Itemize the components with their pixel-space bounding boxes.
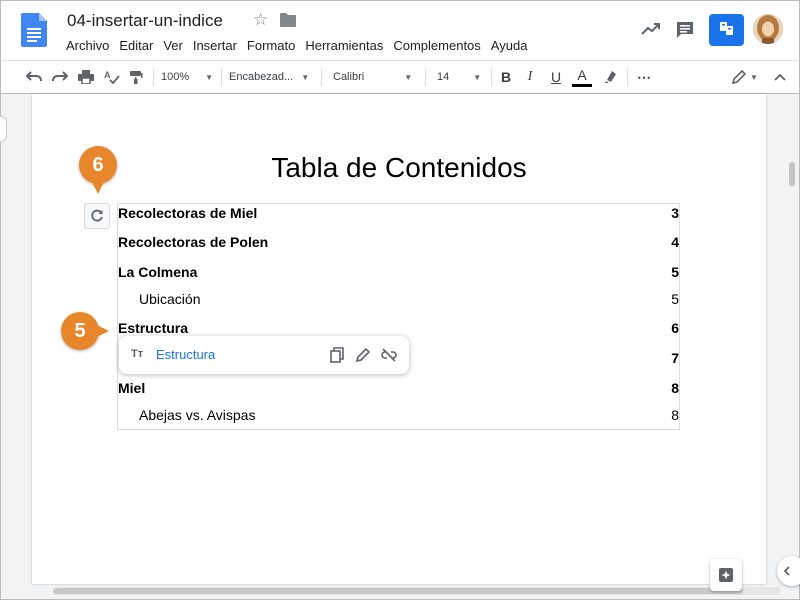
explore-button[interactable] [710,559,742,591]
document-canvas: Tabla de Contenidos Recolectoras de Miel… [0,94,800,600]
toc-entry[interactable]: Abejas vs. Avispas [139,407,255,423]
refresh-icon [91,209,103,222]
menu-formato[interactable]: Formato [242,38,300,53]
user-avatar[interactable] [753,14,783,44]
vertical-scroll-thumb[interactable] [789,162,795,186]
text-color-swatch [572,83,592,87]
refresh-toc-button[interactable] [84,203,110,229]
chevron-down-icon: ▼ [404,72,413,82]
pencil-icon [732,70,747,84]
editing-mode-button[interactable]: ▼ [727,61,763,93]
menu-archivo[interactable]: Archivo [61,38,114,53]
font-size-select[interactable]: 14 ▼ [437,61,485,93]
badge-pointer-icon [91,180,105,194]
paragraph-style-select[interactable]: Encabezad... ▼ [229,61,317,93]
copy-link-icon[interactable] [329,347,345,363]
comment-icon[interactable] [675,20,695,40]
spellcheck-icon[interactable]: A [101,61,123,93]
zoom-value: 100% [161,71,190,83]
text-type-icon: Tт [131,348,144,360]
toc-title: Tabla de Contenidos [271,152,527,183]
paragraph-style-value: Encabezad... [229,71,294,83]
menu-insertar[interactable]: Insertar [188,38,242,53]
chevron-down-icon: ▼ [301,72,310,82]
font-family-select[interactable]: Calibri ▼ [333,61,417,93]
toc-entry[interactable]: Ubicación [139,291,200,307]
text-color-letter: A [577,66,587,83]
toc-page-number: 8 [671,380,679,396]
menu-bar: Archivo Editar Ver Insertar Formato Herr… [61,38,532,53]
toc-page-number: 8 [671,407,679,423]
step-badge-refresh: 6 [79,146,117,184]
share-button[interactable] [709,14,744,46]
star-icon[interactable]: ☆ [253,10,268,30]
font-family-value: Calibri [333,71,365,83]
avatar-image-icon [753,14,783,44]
collapse-menus-icon[interactable] [769,61,791,93]
toc-page-number: 3 [671,205,679,221]
toc-page-number: 6 [671,320,679,336]
activity-trend-icon[interactable] [640,21,662,37]
underline-button[interactable]: U [547,61,565,93]
menu-editar[interactable]: Editar [114,38,158,53]
badge-pointer-icon [95,324,109,338]
redo-icon[interactable] [49,61,71,93]
step-badge-link: 5 [61,312,99,350]
toc-page-number: 4 [671,234,679,250]
highlight-icon[interactable] [599,61,621,93]
side-panel-toggle[interactable] [777,556,800,586]
undo-icon[interactable] [23,61,45,93]
toc-entry[interactable]: Estructura [118,320,188,336]
toc-entry[interactable]: Recolectoras de Miel [118,205,257,221]
docs-logo-icon[interactable] [21,13,47,47]
chevron-down-icon: ▼ [473,72,482,82]
more-options-button[interactable]: ⋯ [633,61,655,93]
chevron-down-icon: ▼ [750,72,758,82]
edit-link-icon[interactable] [355,347,371,363]
chevron-left-icon [783,566,790,576]
app-header: 04-insertar-un-indice ☆ Archivo Editar V… [0,0,800,60]
print-icon[interactable] [75,61,97,93]
toc-entry[interactable]: Miel [118,380,145,396]
formatting-toolbar: A 100% ▼ Encabezad... ▼ Calibri ▼ 14 ▼ B I U… [0,60,800,94]
document-title[interactable]: 04-insertar-un-indice [67,11,223,31]
svg-text:A: A [104,70,111,80]
italic-button[interactable]: I [521,61,539,93]
toc-entry[interactable]: La Colmena [118,264,197,280]
link-popup: Tт Estructura [119,336,409,374]
menu-ver[interactable]: Ver [158,38,188,53]
toc-page-number: 7 [671,350,679,366]
remove-link-icon[interactable] [381,347,397,363]
folder-icon[interactable] [280,13,296,27]
explore-star-icon [719,568,733,582]
toc-page-number: 5 [671,291,679,307]
menu-ayuda[interactable]: Ayuda [486,38,533,53]
menu-complementos[interactable]: Complementos [388,38,485,53]
menu-herramientas[interactable]: Herramientas [300,38,388,53]
horizontal-scroll-thumb[interactable] [53,588,743,594]
outline-toggle[interactable] [0,116,7,142]
toc-entry[interactable]: Recolectoras de Polen [118,234,268,250]
link-target[interactable]: Estructura [156,347,215,362]
toc-page-number: 5 [671,264,679,280]
font-size-value: 14 [437,71,450,83]
zoom-select[interactable]: 100% ▼ [161,61,213,93]
bold-button[interactable]: B [497,61,515,93]
paint-format-icon[interactable] [125,61,147,93]
chevron-down-icon: ▼ [205,72,214,82]
share-icon [720,22,733,35]
text-color-button[interactable]: A [571,61,593,93]
